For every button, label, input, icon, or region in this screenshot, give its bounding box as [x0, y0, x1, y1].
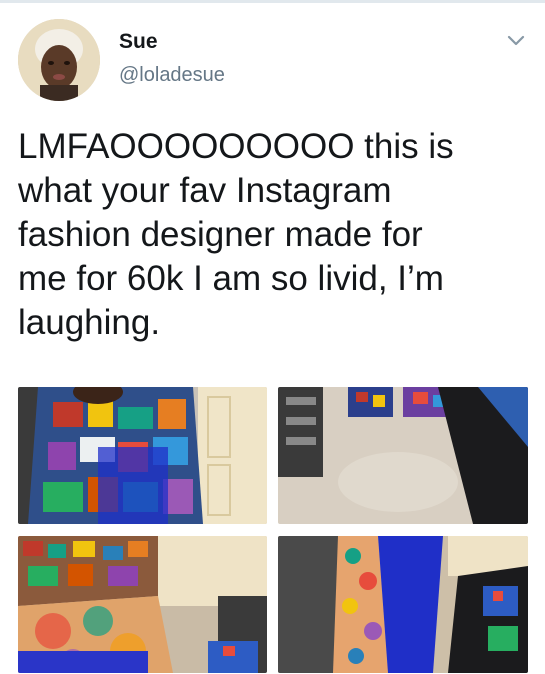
chevron-down-icon[interactable] — [504, 28, 528, 52]
media-photo-4[interactable] — [278, 536, 528, 673]
avatar[interactable] — [18, 19, 100, 101]
media-photo-3[interactable] — [18, 536, 267, 673]
top-divider — [0, 0, 545, 3]
media-photo-1[interactable] — [18, 387, 267, 524]
author-handle[interactable]: @loladesue — [119, 64, 225, 87]
avatar-image — [18, 19, 100, 101]
media-photo-2[interactable] — [278, 387, 528, 524]
tweet-text: LMFAOOOOOOOOO this is what your fav Inst… — [18, 127, 454, 342]
media-grid — [18, 387, 528, 673]
author-name[interactable]: Sue — [119, 30, 158, 54]
